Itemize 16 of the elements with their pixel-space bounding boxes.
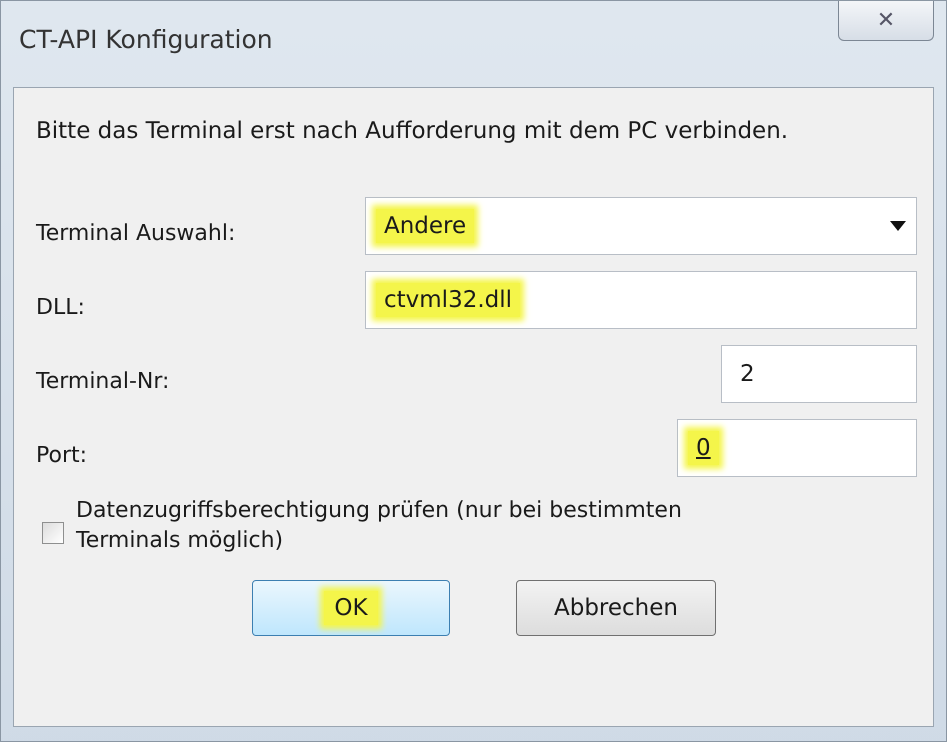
terminal-dropdown[interactable]: Andere [365, 197, 917, 255]
window-title: CT-API Konfiguration [19, 25, 273, 54]
field-label: Terminal Auswahl: [36, 220, 236, 246]
input-field[interactable]: ctvml32.dll [365, 271, 917, 329]
checkbox[interactable] [42, 522, 64, 544]
caret-icon [890, 221, 906, 231]
checkbox-label: Datenzugriffsberechtigung prüfen (nur bei bestimmten Terminals möglich) [76, 497, 683, 555]
field-label: Port: [36, 442, 88, 468]
field-label: Terminal-Nr: [36, 368, 170, 394]
close-button[interactable]: ✕ [838, 1, 934, 41]
ok-button[interactable]: OK [252, 580, 450, 636]
input-field[interactable]: 0 [677, 419, 917, 477]
instruction-text: Bitte das Terminal erst nach Aufforderung mit dem PC verbinden. [36, 118, 790, 144]
field-label: DLL: [36, 294, 85, 320]
input-field[interactable]: 2 [721, 345, 917, 403]
cancel-button[interactable]: Abbrechen [516, 580, 716, 636]
